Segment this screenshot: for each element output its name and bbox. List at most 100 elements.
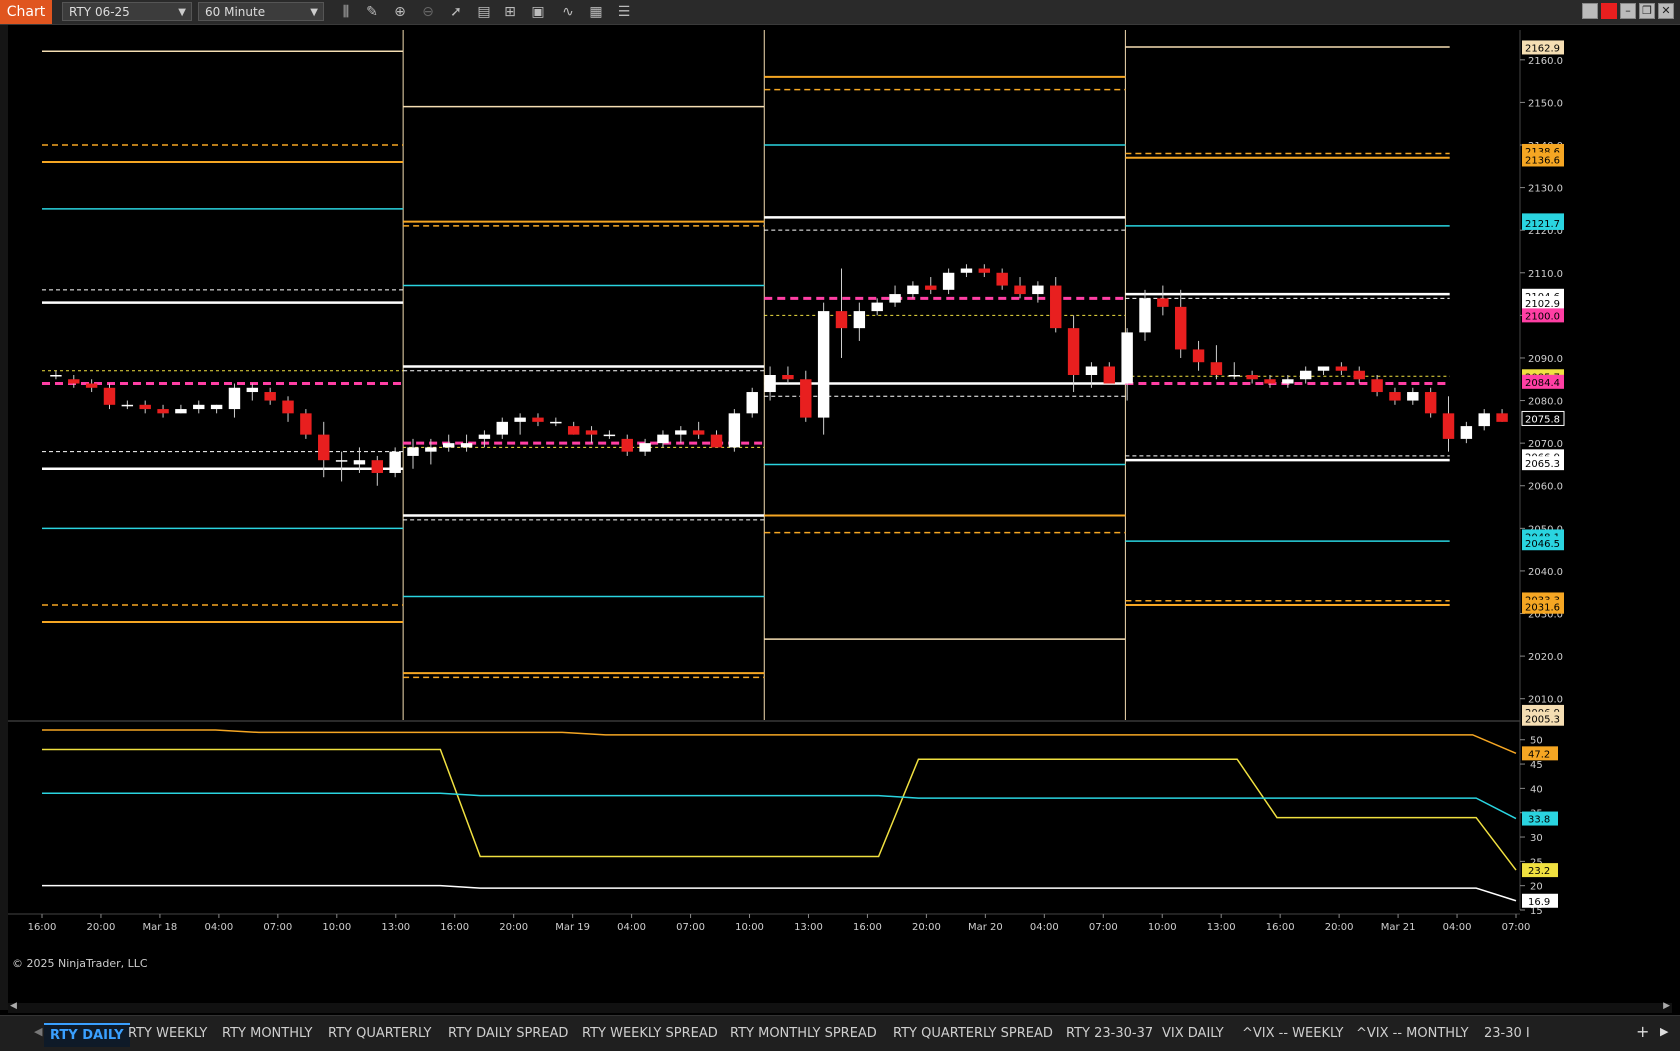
- indicator-tick-label: 40: [1530, 784, 1543, 795]
- data-box-icon[interactable]: ▤: [474, 2, 494, 22]
- candle-body: [157, 409, 169, 414]
- candle-body: [585, 430, 598, 435]
- candle-body: [1032, 285, 1044, 295]
- workspace-tab-bar: ◀ RTY DAILY RTY WEEKLY RTY MONTHLY RTY QUAR…: [0, 1015, 1680, 1051]
- tab-rty-quarterly[interactable]: RTY QUARTERLY: [328, 1023, 431, 1045]
- candle-body: [1389, 392, 1401, 401]
- tab-vix-weekly[interactable]: ^VIX -- WEEKLY: [1242, 1023, 1343, 1045]
- candle-body: [871, 302, 883, 312]
- tab-rty-monthly-spread[interactable]: RTY MONTHLY SPREAD: [730, 1023, 877, 1045]
- candle-body: [460, 443, 473, 448]
- minimize-icon[interactable]: –: [1620, 3, 1636, 19]
- price-tick-label: 2010.0: [1528, 695, 1563, 706]
- close-red-icon[interactable]: [1601, 3, 1617, 19]
- candle-body: [1317, 366, 1330, 371]
- candle-body: [817, 311, 830, 418]
- candle-body: [942, 272, 955, 290]
- time-tick-label: 16:00: [1266, 922, 1295, 933]
- tab-scroll-left-icon[interactable]: ◀: [34, 1025, 42, 1038]
- candle-body: [996, 272, 1008, 286]
- tab-23-30-i[interactable]: 23-30 I: [1484, 1023, 1530, 1045]
- candle-body: [1067, 328, 1080, 375]
- candle-body: [835, 311, 848, 329]
- candle-body: [1014, 285, 1026, 295]
- chart-background: [8, 30, 1680, 1005]
- pointer-icon[interactable]: ➚: [446, 2, 466, 22]
- close-icon[interactable]: ✕: [1658, 3, 1674, 19]
- chart-panel[interactable]: 2010.02020.02030.02040.02050.02060.02070…: [8, 30, 1680, 1005]
- indicator-tick-label: 30: [1530, 833, 1543, 844]
- time-tick-label: 16:00: [28, 922, 57, 933]
- candle-body: [1246, 375, 1258, 380]
- candle-body: [978, 268, 991, 273]
- candle-body: [1264, 379, 1276, 384]
- tab-rty-weekly-spread[interactable]: RTY WEEKLY SPREAD: [582, 1023, 718, 1045]
- candle-body: [442, 443, 455, 448]
- time-tick-label: 04:00: [1443, 922, 1472, 933]
- chart-canvas[interactable]: 2010.02020.02030.02040.02050.02060.02070…: [8, 30, 1680, 1005]
- calculator-icon[interactable]: ▦: [586, 2, 606, 22]
- tab-rty-quarterly-spread[interactable]: RTY QUARTERLY SPREAD: [893, 1023, 1053, 1045]
- instrument-selector[interactable]: RTY 06-25 ▼: [62, 2, 192, 21]
- tab-rty-23-30-37[interactable]: RTY 23-30-37: [1066, 1023, 1153, 1045]
- tab-vix-daily[interactable]: VIX DAILY: [1162, 1023, 1224, 1045]
- bar-type-icon[interactable]: ⫼: [336, 2, 356, 22]
- candle-body: [121, 404, 134, 407]
- interval-selector-value: 60 Minute: [205, 5, 266, 19]
- candle-body: [318, 434, 330, 461]
- indicator-tick-label: 50: [1530, 736, 1543, 747]
- tab-rty-monthly[interactable]: RTY MONTHLY: [222, 1023, 312, 1045]
- candle-body: [532, 417, 544, 422]
- candle-body: [335, 460, 348, 462]
- candle-body: [1174, 306, 1187, 350]
- candle-body: [1103, 366, 1116, 384]
- indicator-tick-label: 45: [1530, 760, 1543, 771]
- time-tick-label: 10:00: [735, 922, 764, 933]
- tab-vix-monthly[interactable]: ^VIX -- MONTHLY: [1356, 1023, 1469, 1045]
- time-tick-label: 13:00: [794, 922, 823, 933]
- price-tick-label: 2080.0: [1528, 397, 1563, 408]
- candle-body: [925, 285, 937, 290]
- candle-body: [1478, 413, 1490, 427]
- strategy-icon[interactable]: ▣: [528, 2, 548, 22]
- properties-icon[interactable]: ⊞: [500, 2, 520, 22]
- zoom-in-icon[interactable]: ⊕: [390, 2, 410, 22]
- candle-body: [1442, 413, 1455, 439]
- scroll-left-icon[interactable]: ◀: [10, 1001, 17, 1011]
- candle-body: [782, 375, 794, 380]
- candle-body: [389, 451, 401, 473]
- indicator-marker-label: 47.2: [1528, 749, 1550, 760]
- tab-rty-daily-spread[interactable]: RTY DAILY SPREAD: [448, 1023, 568, 1045]
- candle-body: [210, 404, 223, 410]
- candle-body: [1282, 379, 1294, 384]
- tab-rty-weekly[interactable]: RTY WEEKLY: [128, 1023, 207, 1045]
- indicator-icon[interactable]: ∿: [558, 2, 578, 22]
- horizontal-scrollbar[interactable]: ◀ ▶: [8, 1001, 1672, 1013]
- candle-body: [692, 430, 705, 435]
- add-tab-icon[interactable]: +: [1636, 1022, 1649, 1041]
- candle-body: [889, 294, 901, 303]
- chart-app-title[interactable]: Chart: [0, 0, 52, 24]
- zoom-out-icon[interactable]: ⊖: [418, 2, 438, 22]
- restore-icon[interactable]: [1582, 3, 1598, 19]
- maximize-icon[interactable]: ❐: [1639, 3, 1655, 19]
- time-tick-label: 07:00: [676, 922, 705, 933]
- price-marker-label: 2084.4: [1525, 378, 1560, 389]
- tab-rty-daily[interactable]: RTY DAILY: [44, 1023, 130, 1047]
- candle-body: [764, 375, 776, 393]
- candle-body: [621, 438, 633, 452]
- draw-tool-icon[interactable]: ✎: [362, 2, 382, 22]
- interval-selector[interactable]: 60 Minute ▼: [198, 2, 324, 21]
- time-tick-label: 07:00: [263, 922, 292, 933]
- indicator-marker-label: 23.2: [1528, 866, 1550, 877]
- price-marker-label: 2162.9: [1525, 43, 1560, 54]
- time-tick-label: Mar 20: [968, 922, 1003, 933]
- candle-body: [228, 387, 241, 410]
- time-tick-label: 07:00: [1502, 922, 1531, 933]
- candle-body: [1139, 298, 1151, 333]
- price-marker-label: 2100.0: [1525, 311, 1560, 322]
- list-icon[interactable]: ☰: [614, 2, 634, 22]
- scroll-right-icon[interactable]: ▶: [1663, 1001, 1670, 1011]
- indicator-marker-label: 16.9: [1528, 897, 1550, 908]
- tab-scroll-right-icon[interactable]: ▶: [1660, 1025, 1668, 1038]
